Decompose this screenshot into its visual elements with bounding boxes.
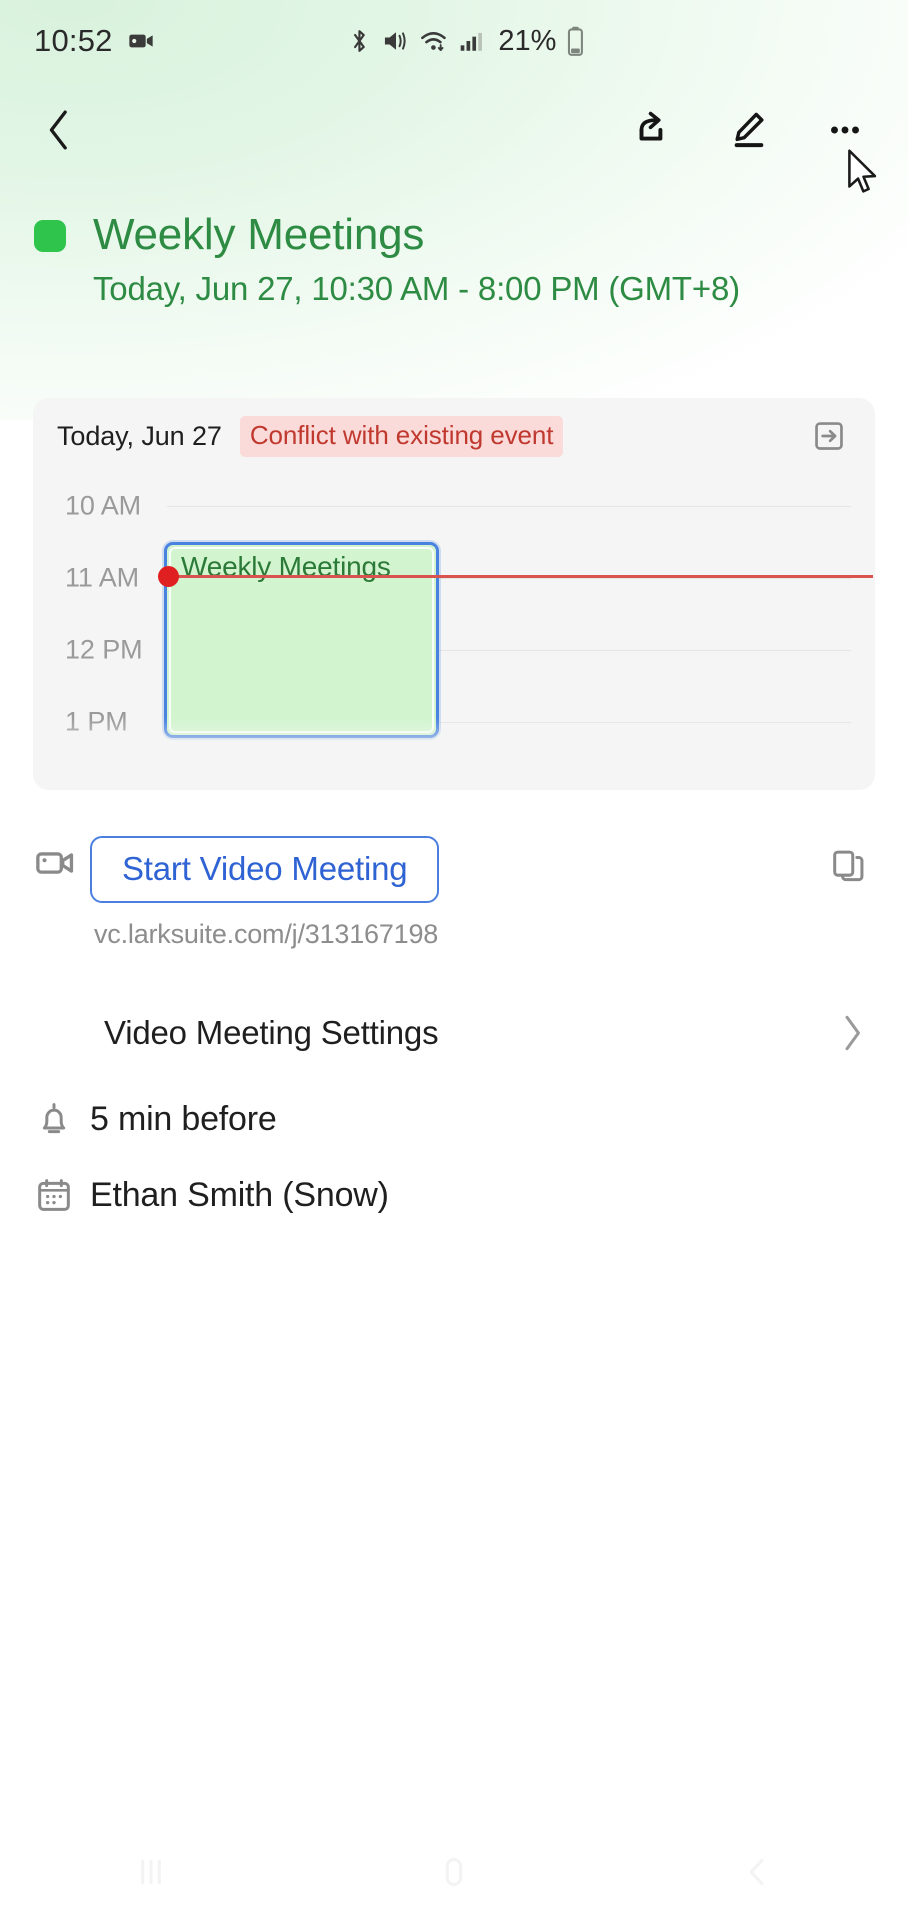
- share-button[interactable]: [624, 101, 682, 159]
- timeline-hour-row: 12 PM: [33, 635, 875, 665]
- battery-icon: [565, 26, 585, 56]
- calendar-owner-label: Ethan Smith (Snow): [90, 1175, 389, 1214]
- more-options-button[interactable]: [816, 101, 874, 159]
- status-bar-left: 10:52: [34, 23, 155, 59]
- reminder-label: 5 min before: [90, 1099, 277, 1138]
- video-meeting-row: Start Video Meeting vc.larksuite.com/j/3…: [34, 836, 874, 950]
- current-time-dot: [158, 566, 179, 587]
- share-icon: [639, 111, 663, 141]
- phone-screen: 10:52 21% Weekly Meetings Today, Jun 27,…: [0, 0, 908, 1920]
- conflict-badge: Conflict with existing event: [239, 415, 564, 457]
- home-button[interactable]: [399, 1837, 509, 1907]
- nav-back-button[interactable]: [702, 1837, 812, 1907]
- pencil-icon: [734, 112, 764, 148]
- vibrate-icon: [381, 27, 409, 55]
- video-camera-icon: [34, 836, 90, 884]
- timeline-hour-row: 10 AM: [33, 491, 875, 521]
- video-meeting-content: Start Video Meeting vc.larksuite.com/j/3…: [90, 836, 822, 950]
- more-horizontal-icon: [831, 126, 859, 134]
- toolbar-actions: [624, 101, 880, 159]
- copy-icon: [833, 850, 864, 882]
- timeline-hour-label: 11 AM: [65, 562, 140, 593]
- timeline-hour-label: 12 PM: [65, 634, 143, 665]
- open-in-new-icon: [815, 422, 843, 450]
- expand-preview-button[interactable]: [807, 414, 851, 458]
- current-time-line: [167, 575, 873, 578]
- preview-card-header: Today, Jun 27 Conflict with existing eve…: [33, 398, 875, 457]
- timeline-gridline: [167, 506, 851, 507]
- battery-percent-label: 21%: [498, 24, 557, 57]
- chevron-left-icon: [49, 110, 67, 150]
- preview-date-label: Today, Jun 27: [57, 420, 222, 451]
- day-timeline: 10 AM 11 AM 12 PM 1 PM Weekly Meetings: [33, 474, 875, 774]
- start-video-meeting-button[interactable]: Start Video Meeting: [90, 836, 440, 903]
- video-meeting-section: Start Video Meeting vc.larksuite.com/j/3…: [0, 836, 908, 950]
- bluetooth-icon: [346, 27, 372, 55]
- nav-back-icon: [749, 1858, 764, 1886]
- event-title-row: Weekly Meetings: [34, 210, 874, 259]
- calendar-owner-row[interactable]: Ethan Smith (Snow): [0, 1160, 908, 1230]
- signal-icon: [457, 27, 483, 55]
- video-meeting-settings-label: Video Meeting Settings: [104, 1014, 439, 1051]
- calendar-icon: [34, 1175, 90, 1215]
- page-title: Weekly Meetings: [93, 210, 425, 259]
- status-bar: 10:52 21%: [0, 0, 908, 82]
- bell-icon: [34, 1099, 90, 1139]
- timeline-event-block[interactable]: Weekly Meetings: [164, 542, 439, 738]
- recents-icon: [141, 1859, 162, 1885]
- chevron-right-icon[interactable]: [830, 1011, 874, 1055]
- recents-button[interactable]: [96, 1837, 206, 1907]
- status-bar-clock: 10:52: [34, 23, 113, 58]
- meeting-url[interactable]: vc.larksuite.com/j/313167198: [94, 919, 822, 950]
- screen-record-icon: [127, 27, 155, 55]
- wifi-icon: [418, 27, 448, 55]
- timeline-event-label: Weekly Meetings: [181, 551, 391, 582]
- copy-link-button[interactable]: [822, 840, 874, 892]
- status-bar-right: 21%: [346, 25, 585, 58]
- timeline-hour-label: 1 PM: [65, 706, 128, 737]
- schedule-preview-card[interactable]: Today, Jun 27 Conflict with existing eve…: [33, 398, 875, 790]
- reminder-row[interactable]: 5 min before: [0, 1084, 908, 1154]
- calendar-color-dot: [34, 220, 66, 253]
- video-meeting-settings-row[interactable]: Video Meeting Settings: [0, 1002, 908, 1064]
- timeline-hour-row: 1 PM: [33, 707, 875, 737]
- app-toolbar: [0, 82, 908, 178]
- android-navigation-bar: [0, 1824, 908, 1920]
- event-header: Weekly Meetings Today, Jun 27, 10:30 AM …: [0, 210, 908, 308]
- timeline-hour-label: 10 AM: [65, 490, 142, 521]
- back-button[interactable]: [30, 101, 88, 159]
- home-icon: [445, 1858, 463, 1886]
- event-time-range: Today, Jun 27, 10:30 AM - 8:00 PM (GMT+8…: [93, 270, 740, 308]
- edit-button[interactable]: [720, 101, 778, 159]
